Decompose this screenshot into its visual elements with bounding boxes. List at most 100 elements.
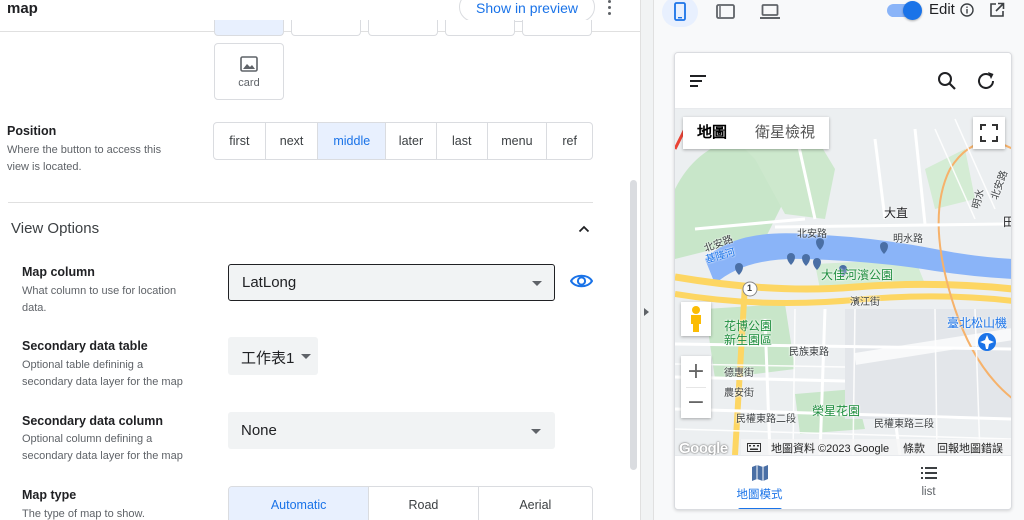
menu-icon[interactable] (689, 73, 709, 89)
dropdown-caret-icon (531, 429, 541, 434)
map-type-control: 地圖 衛星檢視 (683, 117, 830, 149)
edit-toggle-knob (903, 1, 922, 20)
position-description: Where the button to access this view is … (7, 144, 162, 173)
position-option-next[interactable]: next (266, 123, 319, 159)
app-root: map Show in preview card Position Where … (0, 0, 1024, 520)
edit-label: Edit (929, 1, 955, 18)
map-column-value: LatLong (242, 274, 297, 291)
map-label: 北安路 (797, 229, 827, 240)
position-option-ref[interactable]: ref (547, 123, 592, 159)
position-option-last[interactable]: last (437, 123, 488, 159)
device-desktop-button[interactable] (751, 0, 787, 27)
map-type-option-road[interactable]: Road (369, 487, 479, 520)
map-type-description: The type of map to show. (22, 508, 145, 520)
secondary-table-select[interactable]: 工作表1 (228, 337, 318, 375)
map-label: 民權東路三段 (874, 419, 934, 430)
fullscreen-button[interactable] (973, 117, 1005, 149)
map-column-select[interactable]: LatLong (228, 264, 555, 301)
view-editor-panel: map Show in preview card Position Where … (0, 0, 640, 520)
map-attribution: Google 地圖資料 ©2023 Google 條款 回報地圖錯誤 (675, 439, 1011, 455)
open-in-new-icon[interactable] (989, 2, 1005, 18)
map-terms-link[interactable]: 條款 (903, 440, 925, 455)
view-name: map (7, 0, 38, 17)
view-type-option[interactable] (445, 20, 515, 36)
map-label: 1 (747, 283, 753, 293)
refresh-icon[interactable] (975, 70, 997, 92)
panel-splitter[interactable] (640, 0, 654, 520)
secondary-table-value: 工作表1 (241, 350, 295, 367)
phone-icon (674, 2, 686, 21)
device-phone-button[interactable] (662, 0, 698, 27)
zoom-in-button[interactable]: + (681, 356, 711, 387)
position-option-menu[interactable]: menu (488, 123, 548, 159)
map-column-title: Map column (22, 265, 95, 279)
map-icon (752, 465, 768, 481)
more-vert-icon[interactable] (604, 0, 616, 18)
map-label: 大佳河濱公園 (821, 268, 894, 282)
view-type-card-label: card (238, 77, 260, 89)
view-options-title: View Options (11, 220, 100, 237)
secondary-column-value: None (241, 422, 277, 439)
show-in-preview-button[interactable]: Show in preview (459, 0, 595, 22)
secondary-column-select[interactable]: None (228, 412, 555, 449)
device-tablet-button[interactable] (707, 0, 743, 27)
fullscreen-icon (980, 124, 998, 142)
map-type-title: Map type (22, 488, 77, 502)
map-view[interactable]: 大直 北安路 北安路 北安路 明水路 明水 基隆河 大佳河濱公園 濱江街 花博公… (675, 109, 1011, 455)
view-type-option[interactable] (522, 20, 592, 36)
view-type-card[interactable]: card (214, 43, 284, 100)
position-option-later[interactable]: later (386, 123, 437, 159)
position-option-middle[interactable]: middle (318, 123, 387, 159)
zoom-out-button[interactable]: − (681, 387, 711, 418)
map-label: 德惠街 (724, 368, 754, 379)
map-label: 明水路 (893, 234, 923, 245)
map-column-description: What column to use for location data. (22, 285, 177, 314)
map-label: 大直 (884, 206, 909, 220)
chevron-right-icon[interactable] (644, 308, 649, 316)
position-selector: first next middle later last menu ref (213, 122, 593, 160)
map-type-satellite-tab[interactable]: 衛星檢視 (741, 117, 829, 149)
position-title: Position (7, 124, 57, 138)
nav-active-indicator (738, 508, 782, 509)
secondary-table-description: Optional table defininig a secondary dat… (22, 359, 183, 388)
list-icon (921, 467, 937, 479)
eye-icon[interactable] (570, 272, 593, 290)
map-type-option-automatic[interactable]: Automatic (229, 487, 370, 520)
app-header (675, 53, 1011, 109)
map-type-map-tab[interactable]: 地圖 (683, 117, 741, 149)
nav-item-label: 地圖模式 (736, 489, 783, 501)
dropdown-caret-icon (301, 354, 311, 359)
secondary-column-title: Secondary data column (22, 414, 164, 428)
report-map-error-link[interactable]: 回報地圖錯誤 (937, 440, 1003, 455)
tablet-icon (716, 4, 735, 19)
map-label: 臺北松山機 (947, 316, 1008, 330)
nav-item-list[interactable]: list (844, 456, 1011, 509)
map-label: 榮星花園 (812, 404, 861, 418)
nav-item-label: list (921, 486, 936, 498)
secondary-table-title: Secondary data table (22, 339, 148, 353)
map-type-selector: Automatic Road Aerial (228, 486, 593, 520)
position-option-first[interactable]: first (214, 123, 266, 159)
map-label: 濱江街 (850, 297, 880, 308)
bottom-navigation: 地圖模式 list (675, 455, 1011, 509)
map-data-credit: 地圖資料 ©2023 Google (771, 443, 890, 455)
view-type-option[interactable] (214, 20, 284, 36)
dropdown-caret-icon (532, 281, 542, 286)
zoom-control: + − (681, 356, 711, 418)
map-label: 農安街 (724, 388, 754, 399)
google-logo: Google (679, 440, 728, 455)
search-icon[interactable] (937, 71, 957, 91)
edit-toggle[interactable] (885, 1, 922, 20)
keyboard-icon[interactable] (747, 443, 761, 452)
chevron-up-icon[interactable] (578, 224, 590, 234)
editor-scrollbar[interactable] (630, 180, 637, 470)
view-type-option[interactable] (368, 20, 438, 36)
map-type-option-aerial[interactable]: Aerial (479, 487, 592, 520)
info-icon[interactable] (960, 3, 974, 17)
view-type-option[interactable] (291, 20, 361, 36)
nav-item-map[interactable]: 地圖模式 (675, 456, 844, 509)
preview-panel: Edit 大直 北安路 北安路 北安路 明水路 明水 基隆河 大佳河濱公園 濱江… (654, 0, 1024, 520)
map-label: 民權東路二段 (736, 414, 796, 425)
street-view-pegman[interactable] (681, 302, 711, 336)
phone-preview: 大直 北安路 北安路 北安路 明水路 明水 基隆河 大佳河濱公園 濱江街 花博公… (674, 52, 1012, 510)
